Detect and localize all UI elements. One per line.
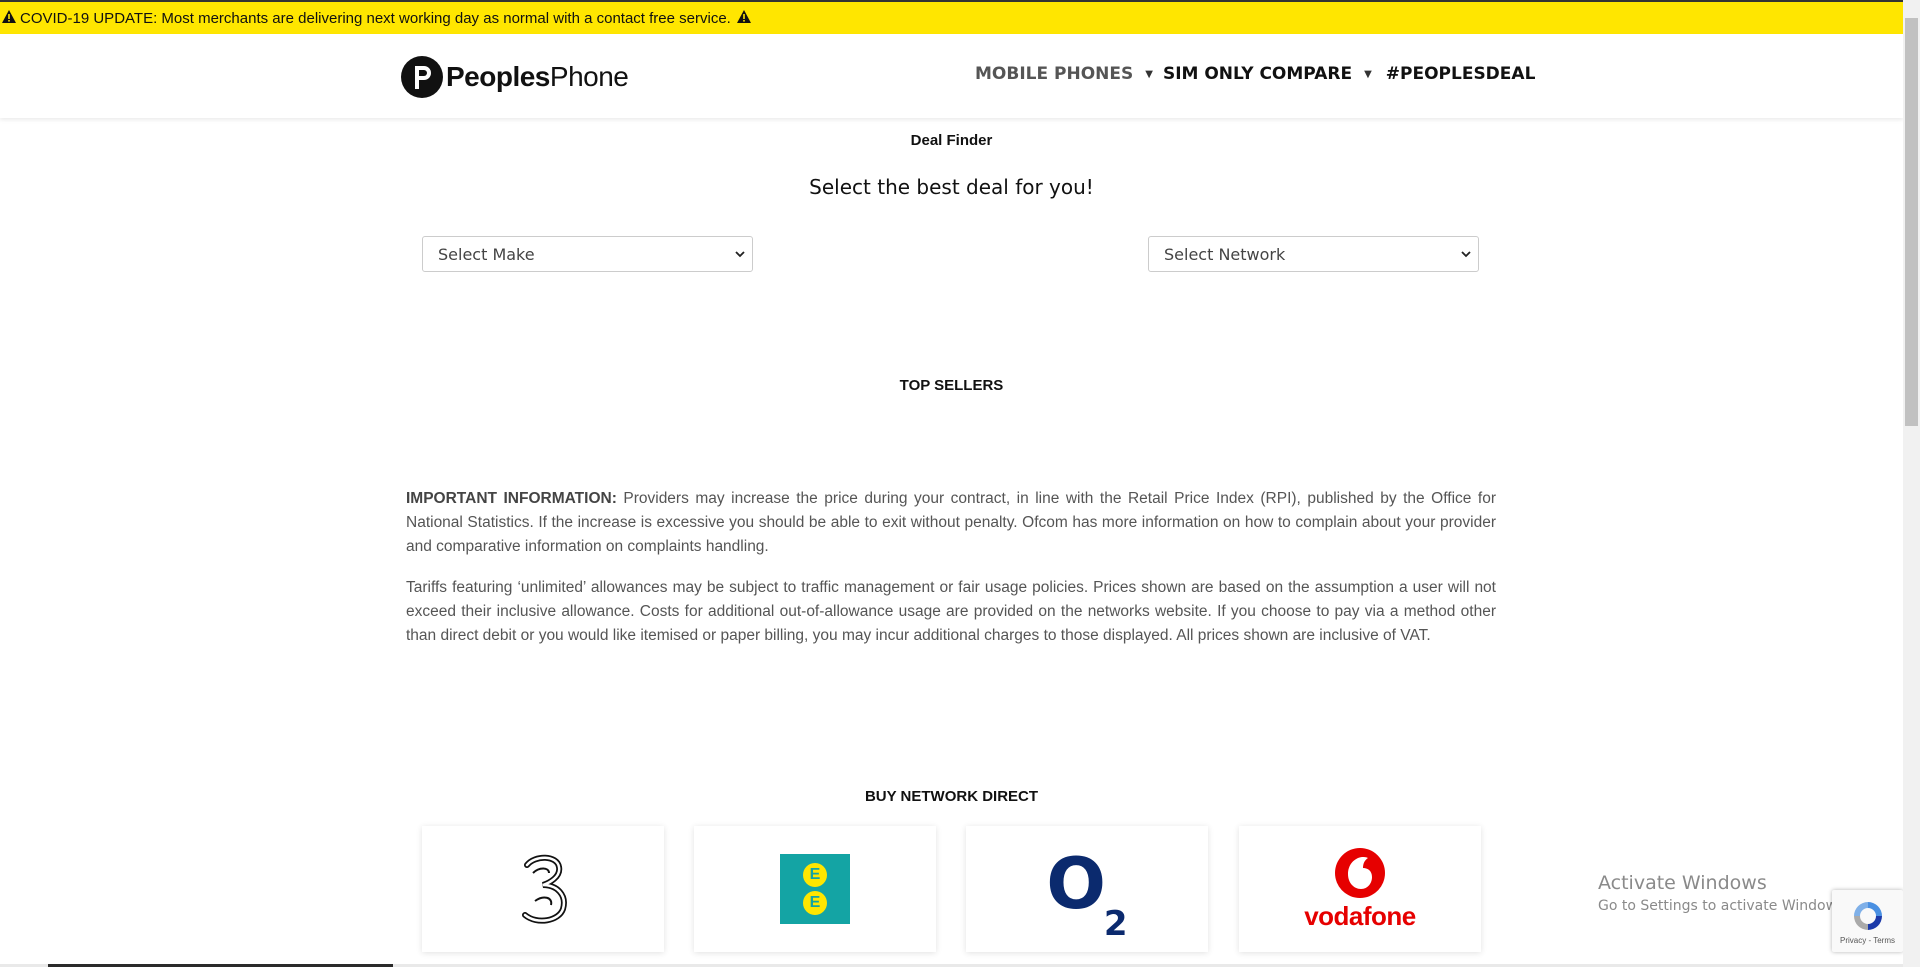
important-info-paragraph: IMPORTANT INFORMATION: Providers may inc…	[406, 487, 1496, 559]
caret-down-icon[interactable]: ▼	[1145, 69, 1153, 80]
network-card-three[interactable]	[422, 826, 664, 952]
caret-down-icon[interactable]: ▼	[1364, 69, 1372, 80]
activate-windows-title: Activate Windows	[1598, 872, 1767, 894]
vodafone-wordmark: vodafone	[1304, 900, 1416, 931]
o2-sub: 2	[1103, 904, 1128, 944]
main-nav: MOBILE PHONES ▼ SIM ONLY COMPARE ▼ #PEOP…	[975, 64, 1535, 84]
select-network-dropdown[interactable]: Select Network	[1148, 236, 1479, 272]
network-card-o2[interactable]: O2	[966, 826, 1208, 952]
select-make-value: Select Make	[438, 244, 535, 264]
buy-network-direct-heading: BUY NETWORK DIRECT	[864, 788, 1039, 805]
ee-letter: E	[803, 863, 827, 887]
logo-wordmark: PeoplesPhone	[446, 61, 629, 93]
vodafone-logo: vodafone	[1304, 847, 1416, 932]
page-scrollbar[interactable]	[1903, 0, 1920, 967]
select-make-dropdown[interactable]: Select Make	[422, 236, 753, 272]
covid-banner: COVID-19 UPDATE: Most merchants are deli…	[0, 2, 1903, 34]
select-network-value: Select Network	[1164, 244, 1286, 264]
peoplesphone-logo[interactable]: PeoplesPhone	[400, 54, 629, 100]
network-card-ee[interactable]: E E	[694, 826, 936, 952]
chevron-down-icon	[728, 248, 752, 261]
o2-logo-icon: O2	[1046, 849, 1127, 941]
deal-finder-title: Deal Finder	[910, 132, 993, 149]
top-sellers-heading: TOP SELLERS	[899, 377, 1004, 394]
warning-icon	[736, 9, 751, 27]
site-header: PeoplesPhone MOBILE PHONES ▼ SIM ONLY CO…	[0, 34, 1903, 118]
logo-thin-text: Phone	[549, 61, 629, 92]
page: COVID-19 UPDATE: Most merchants are deli…	[0, 0, 1903, 967]
logo-bold-text: Peoples	[446, 61, 550, 92]
ee-letter: E	[803, 891, 827, 915]
ee-logo-icon: E E	[780, 854, 850, 924]
three-logo-icon	[522, 854, 567, 924]
activate-windows-subtitle: Go to Settings to activate Windows.	[1598, 898, 1849, 914]
vodafone-speechmark-icon	[1334, 847, 1385, 898]
recaptcha-badge[interactable]: Privacy - Terms	[1832, 890, 1903, 952]
activate-windows-watermark: Activate Windows Go to Settings to activ…	[1598, 872, 1849, 914]
peoplesphone-logo-icon	[401, 56, 443, 98]
recaptcha-links[interactable]: Privacy - Terms	[1840, 936, 1895, 945]
nav-sim-only-compare[interactable]: SIM ONLY COMPARE	[1163, 64, 1352, 84]
nav-mobile-phones[interactable]: MOBILE PHONES	[975, 64, 1133, 84]
deal-finder-subtitle: Select the best deal for you!	[809, 175, 1094, 199]
recaptcha-icon	[1853, 902, 1882, 930]
covid-banner-text: COVID-19 UPDATE: Most merchants are deli…	[20, 9, 731, 27]
scrollbar-thumb[interactable]	[1905, 18, 1918, 426]
o2-main: O	[1046, 843, 1106, 925]
warning-icon	[2, 9, 16, 27]
important-info-label: IMPORTANT INFORMATION:	[406, 490, 617, 507]
tariff-info-paragraph: Tariffs featuring ‘unlimited’ allowances…	[406, 579, 1496, 644]
chevron-down-icon	[1454, 248, 1478, 261]
nav-peoplesdeal[interactable]: #PEOPLESDEAL	[1386, 64, 1536, 84]
network-card-vodafone[interactable]: vodafone	[1239, 826, 1481, 952]
